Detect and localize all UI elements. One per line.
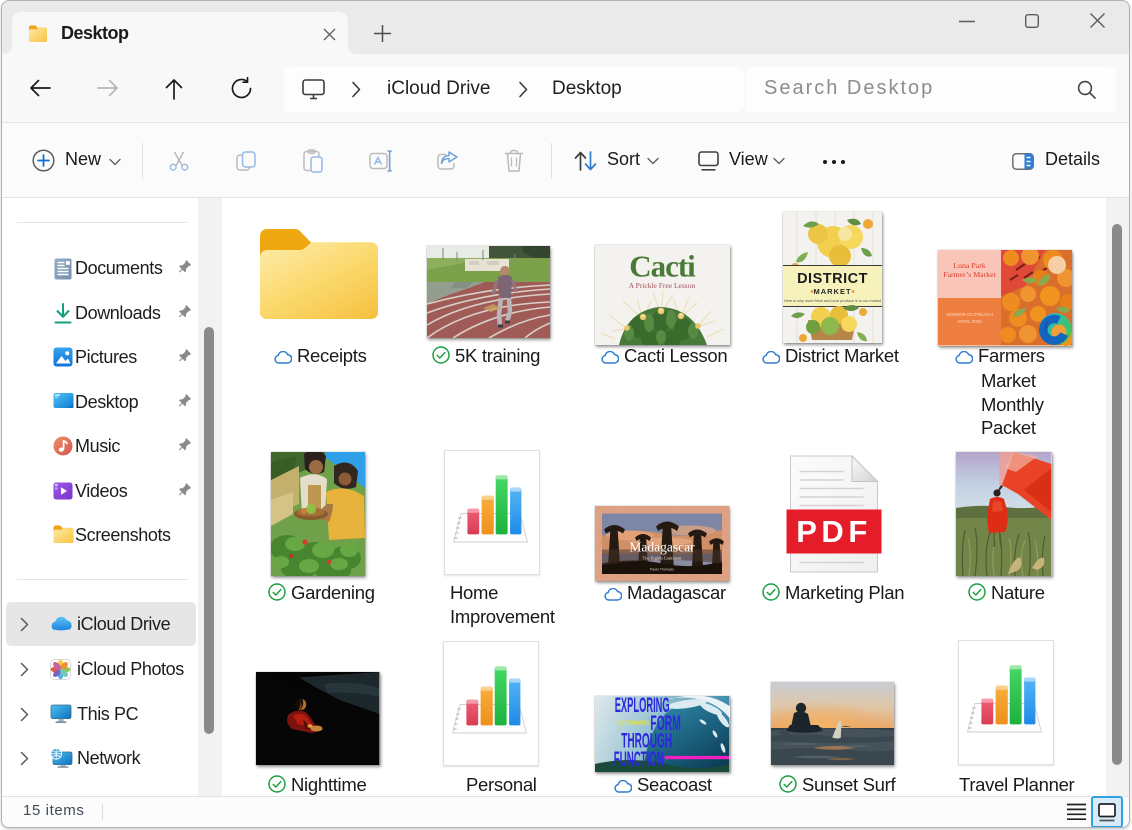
svg-text:DISTRICT: DISTRICT	[797, 271, 868, 287]
svg-text:Farmer’s Market: Farmer’s Market	[943, 270, 996, 279]
svg-text:Madagascar: Madagascar	[629, 539, 695, 554]
svg-text:FUNCTION: FUNCTION	[614, 747, 664, 771]
svg-text:A Prickle Free Lesson: A Prickle Free Lesson	[629, 281, 696, 290]
svg-text:Luna Park: Luna Park	[953, 261, 985, 270]
svg-text:MARKET: MARKET	[813, 287, 851, 296]
svg-text:PDF: PDF	[796, 514, 872, 549]
svg-text:CUSTOM SHAPES: CUSTOM SHAPES	[617, 720, 650, 727]
svg-text:Paulo Thomazo: Paulo Thomazo	[650, 567, 675, 571]
svg-text:Here is why more fresh and loc: Here is why more fresh and local produce…	[784, 299, 882, 303]
svg-text:Cacti: Cacti	[629, 249, 696, 284]
svg-text:APRIL 2022: APRIL 2022	[957, 319, 982, 324]
svg-text:The Eighth Continent: The Eighth Continent	[643, 555, 683, 560]
svg-text:VENDOR OUTREACH: VENDOR OUTREACH	[946, 312, 993, 317]
